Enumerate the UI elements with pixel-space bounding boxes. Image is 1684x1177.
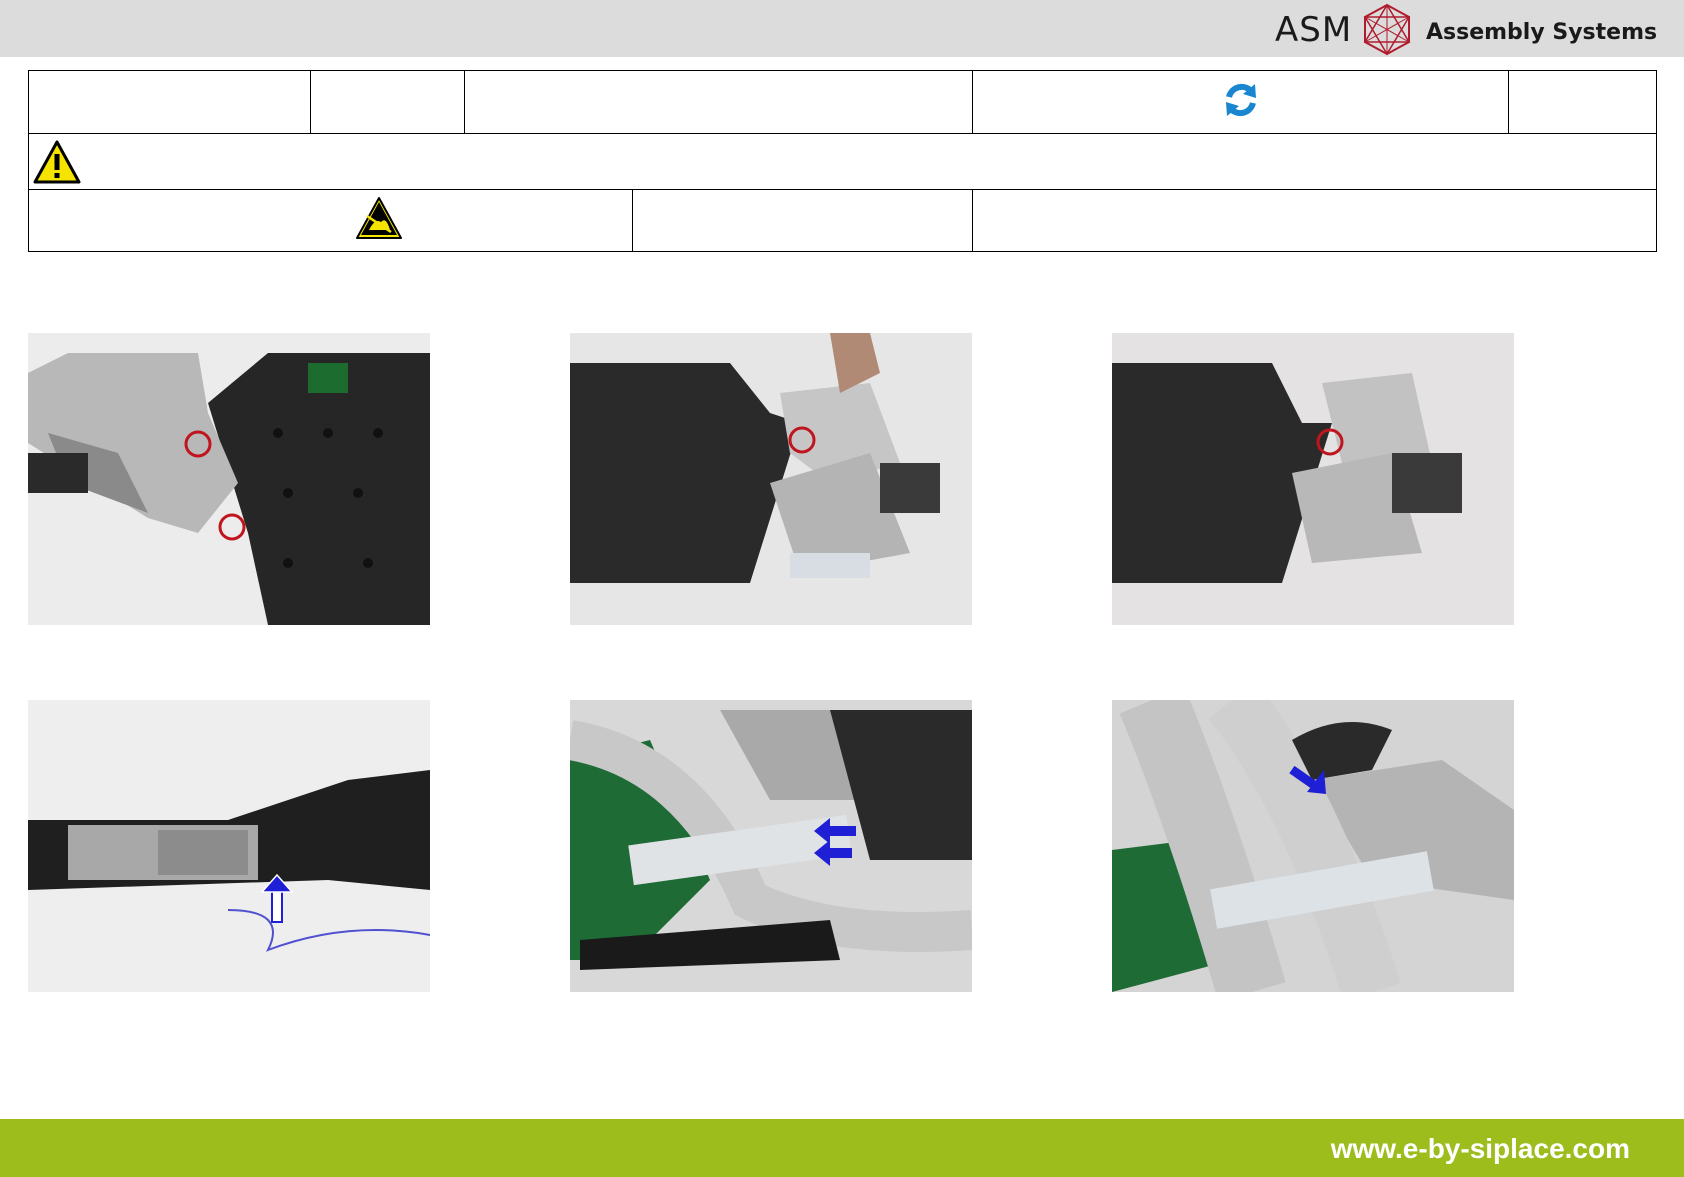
warning-icon — [33, 140, 81, 183]
step-photo-6 — [1112, 700, 1514, 992]
step-photo-2 — [570, 333, 972, 625]
brand-subtitle: Assembly Systems — [1426, 20, 1658, 45]
info-cell — [28, 70, 311, 134]
step-photo-5 — [570, 700, 972, 992]
esd-cell — [28, 189, 633, 252]
top-banner: ASM Assembly Systems — [0, 0, 1684, 57]
asm-logo-icon — [1363, 3, 1411, 56]
website-link[interactable]: www.e-by-siplace.com — [1331, 1133, 1630, 1165]
step-photo-4 — [28, 700, 430, 992]
info-cell — [464, 70, 973, 134]
info-cell — [972, 189, 1657, 252]
step-photo-3 — [1112, 333, 1514, 625]
info-cell — [310, 70, 465, 134]
refresh-icon — [1225, 83, 1256, 116]
info-table — [28, 70, 1657, 252]
footer-bar: www.e-by-siplace.com — [0, 1119, 1684, 1177]
step-photo-1 — [28, 333, 430, 625]
info-cell — [632, 189, 973, 252]
warning-cell — [28, 133, 1657, 190]
refresh-cell — [972, 70, 1509, 134]
brand-name: ASM — [1275, 10, 1353, 50]
info-cell — [1508, 70, 1657, 134]
esd-icon — [355, 197, 402, 239]
